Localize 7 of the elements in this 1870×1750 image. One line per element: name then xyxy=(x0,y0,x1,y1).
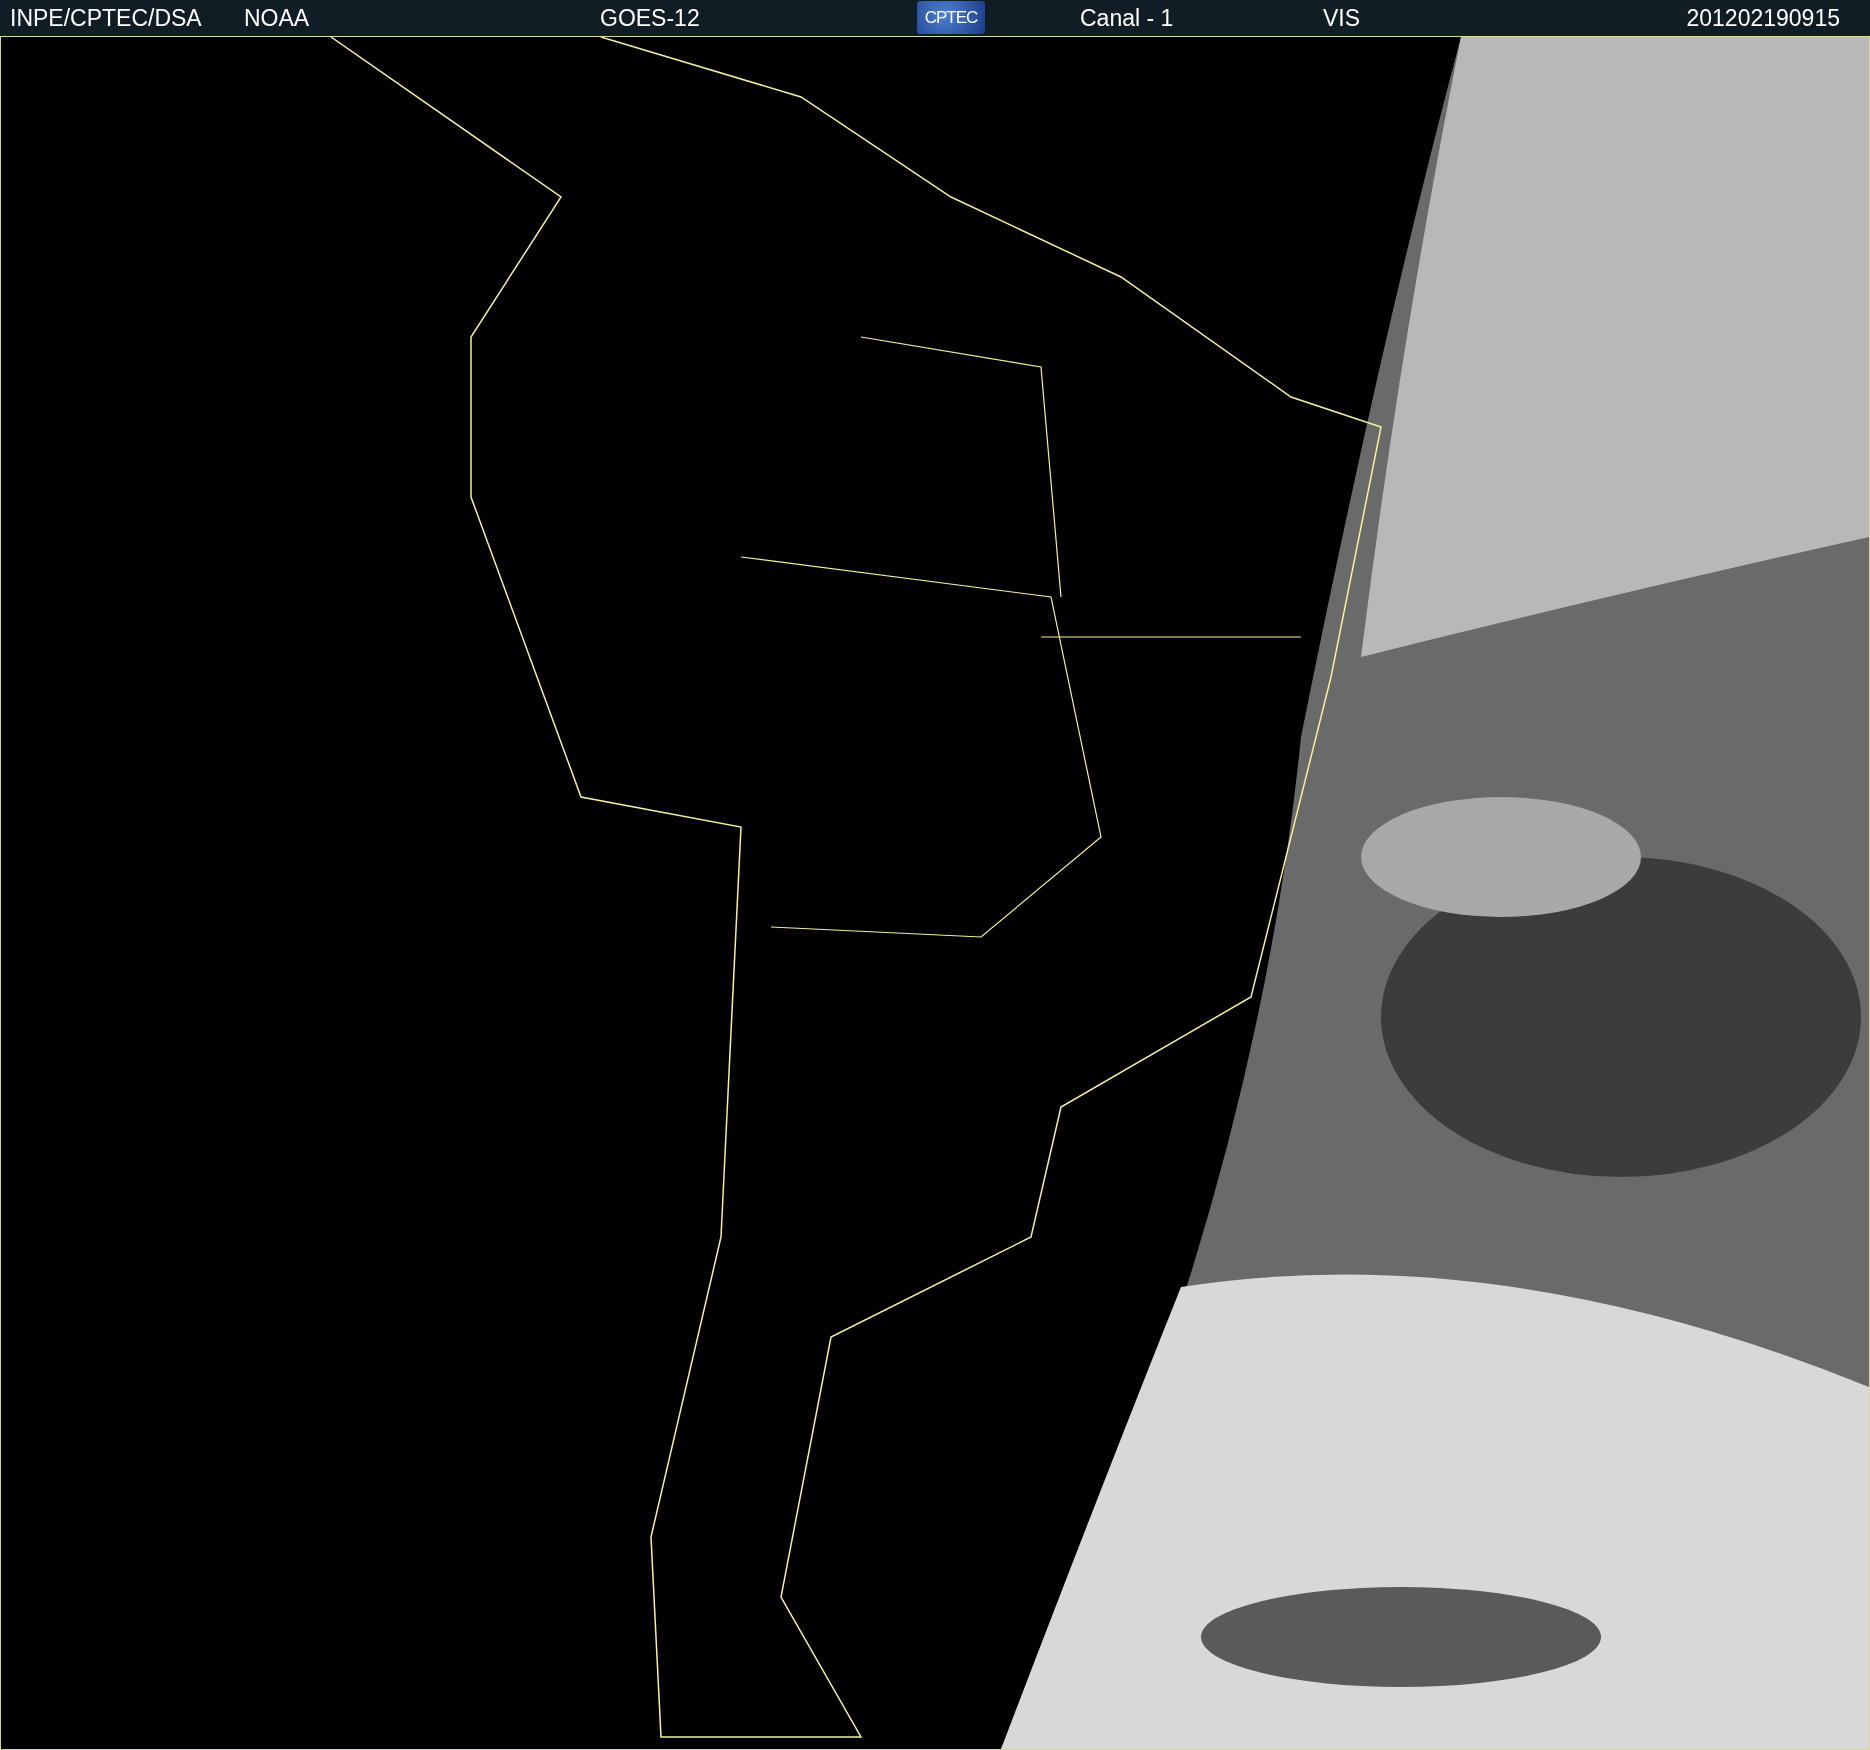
header-label: 201202190915 xyxy=(1686,5,1840,32)
header-label: VIS xyxy=(1323,5,1361,32)
header-label: INPE/CPTEC/DSA xyxy=(10,5,202,32)
logo: CPTEC xyxy=(917,1,985,34)
header-label: Canal - 1 xyxy=(1080,5,1174,32)
header-label: NOAA xyxy=(244,5,310,32)
header-label: GOES-12 xyxy=(600,5,700,32)
